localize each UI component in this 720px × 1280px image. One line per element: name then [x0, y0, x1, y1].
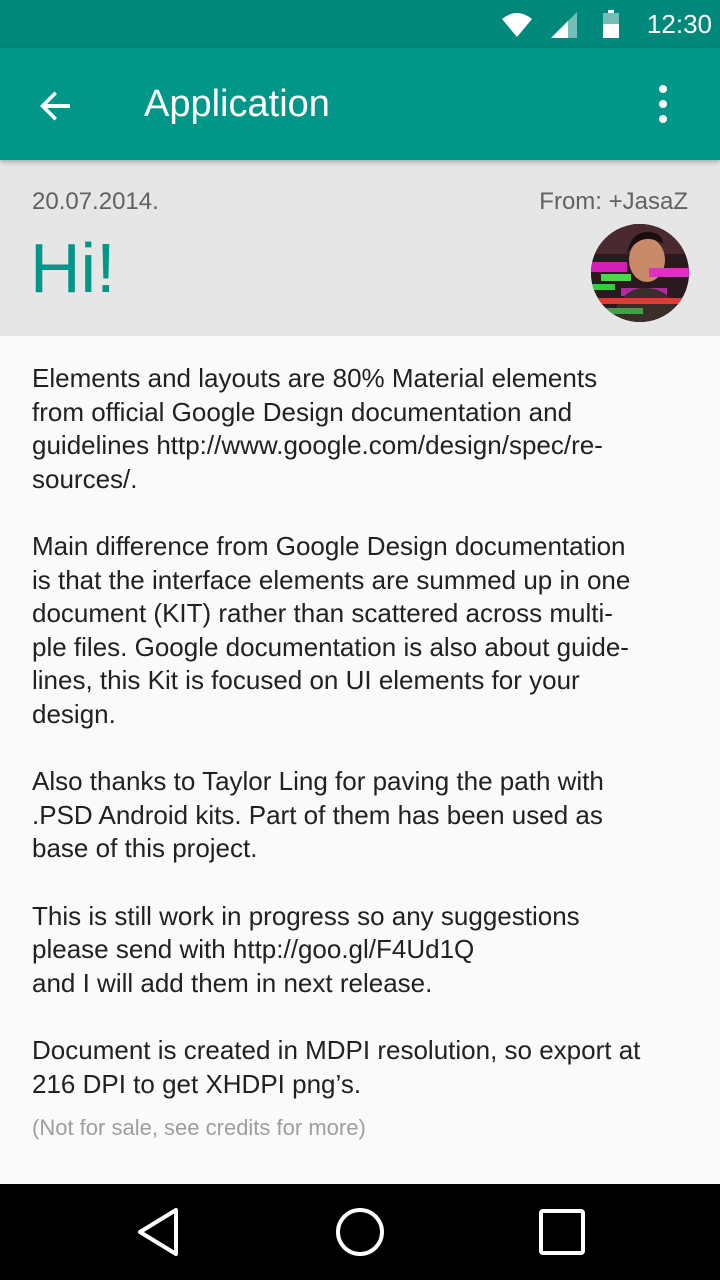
- body-line: base of this project.: [32, 833, 258, 863]
- system-nav-bar: [0, 1184, 720, 1280]
- app-bar: Application: [0, 48, 720, 160]
- body-line: ple files. Google documentation is also …: [32, 631, 629, 662]
- body-line: and I will add them in next release.: [32, 967, 433, 998]
- app-title: Application: [144, 83, 330, 125]
- status-bar: 12:30: [0, 0, 720, 48]
- body-line: is that the interface elements are summe…: [32, 564, 631, 595]
- avatar[interactable]: [591, 224, 689, 322]
- nav-back-icon[interactable]: [132, 1204, 188, 1260]
- message-greeting: Hi!: [30, 229, 116, 307]
- body-line: design.: [32, 698, 116, 729]
- battery-icon: [603, 10, 619, 43]
- body-paragraph-5: Document is created in MDPI resolution, …: [32, 1034, 696, 1101]
- status-time: 12:30: [646, 9, 712, 39]
- body-paragraph-4: This is still work in progress so any su…: [32, 900, 696, 1001]
- body-line: This is still work in progress so any su…: [32, 900, 580, 931]
- cellular-signal-icon: [551, 12, 577, 43]
- body-line: .PSD Android kits. Part of them has been…: [32, 799, 603, 830]
- body-line: guidelines http://www.google.com/design/…: [32, 430, 603, 460]
- body-line: 216 DPI to get XHDPI png’s.: [32, 1068, 362, 1099]
- body-paragraph-1: Elements and layouts are 80% Material el…: [32, 362, 696, 496]
- message-body: Elements and layouts are 80% Material el…: [32, 362, 696, 1143]
- body-line: please send with http://goo.gl/F4Ud1Q: [32, 934, 475, 964]
- credits-note: (Not for sale, see credits for more): [32, 1115, 366, 1140]
- body-paragraph-3: Also thanks to Taylor Ling for paving th…: [32, 765, 696, 866]
- wifi-icon: [502, 13, 532, 42]
- body-line: document (KIT) rather than scattered acr…: [32, 598, 613, 628]
- nav-home-icon[interactable]: [332, 1204, 388, 1260]
- arrow-back-icon[interactable]: [34, 84, 78, 128]
- body-line: sources/.: [32, 463, 138, 494]
- nav-recents-icon[interactable]: [534, 1204, 590, 1260]
- body-line: Elements and layouts are 80% Material el…: [32, 363, 598, 393]
- more-vert-icon[interactable]: [648, 82, 678, 126]
- body-line: from official Google Design documentatio…: [32, 396, 573, 427]
- message-sender: From: +JasaZ: [539, 188, 688, 215]
- body-paragraph-2: Main difference from Google Design docum…: [32, 530, 696, 731]
- body-line: Also thanks to Taylor Ling for paving th…: [32, 766, 604, 796]
- body-line: Main difference from Google Design docum…: [32, 531, 626, 561]
- body-line: lines, this Kit is focused on UI element…: [32, 665, 580, 695]
- body-line: Document is created in MDPI resolution, …: [32, 1035, 641, 1065]
- message-header: 20.07.2014. From: +JasaZ Hi!: [0, 160, 720, 336]
- message-date: 20.07.2014.: [32, 188, 159, 215]
